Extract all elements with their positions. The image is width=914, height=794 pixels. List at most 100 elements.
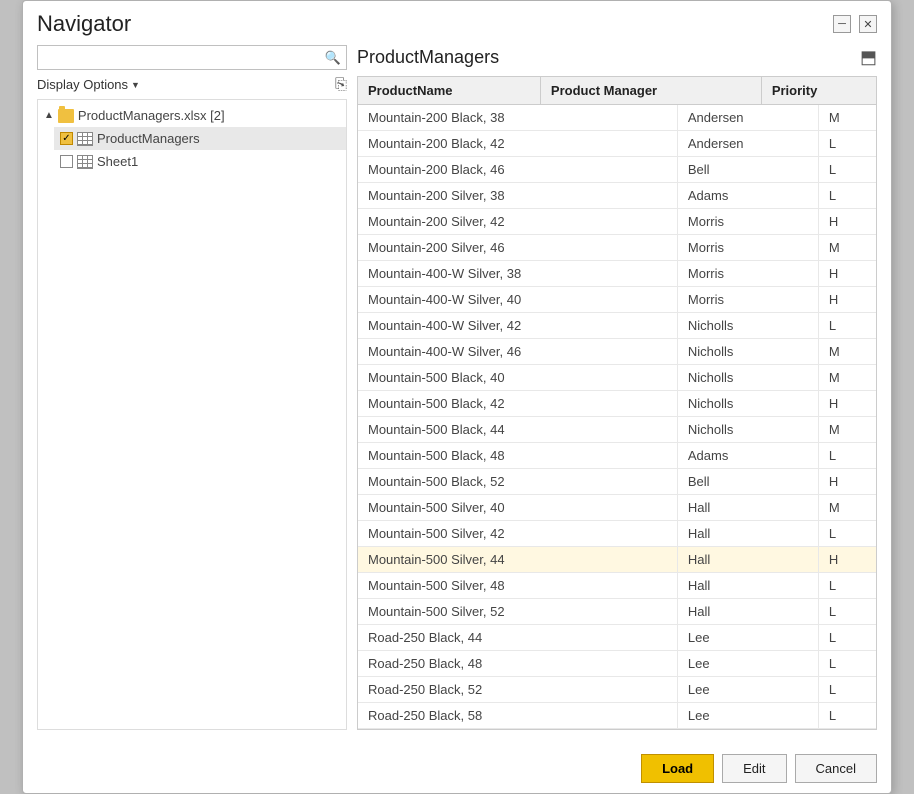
cell-priority: L [818, 521, 876, 547]
table-row[interactable]: Road-250 Black, 44LeeL [358, 625, 876, 651]
table-row[interactable]: Mountain-500 Black, 48AdamsL [358, 443, 876, 469]
cell-priority: H [818, 261, 876, 287]
tree-item-productmanagers[interactable]: ✓ ProductManagers [54, 127, 346, 150]
table-row[interactable]: Mountain-500 Silver, 40HallM [358, 495, 876, 521]
table-row[interactable]: Mountain-200 Silver, 42MorrisH [358, 209, 876, 235]
cell-priority: L [818, 157, 876, 183]
tree-item-productmanagers-label: ProductManagers [97, 131, 200, 146]
navigator-dialog: Navigator ─ ✕ 🔍 Display Options ▼ ⎘ [22, 0, 892, 794]
search-icon: 🔍 [325, 50, 341, 66]
cell-priority: H [818, 209, 876, 235]
cell-priority: L [818, 703, 876, 729]
file-tree: ▲ ProductManagers.xlsx [2] ✓ ProductMana… [37, 99, 347, 730]
table-row[interactable]: Mountain-500 Black, 52BellH [358, 469, 876, 495]
table-row[interactable]: Mountain-400-W Silver, 42NichollsL [358, 313, 876, 339]
table-row[interactable]: Mountain-500 Black, 40NichollsM [358, 365, 876, 391]
table-row[interactable]: Road-250 Black, 52LeeL [358, 677, 876, 703]
tree-item-sheet1-label: Sheet1 [97, 154, 138, 169]
table-row[interactable]: Road-250 Black, 58LeeL [358, 703, 876, 729]
table-scroll-body[interactable]: Mountain-200 Black, 38AndersenMMountain-… [358, 105, 876, 729]
preview-title: ProductManagers [357, 47, 499, 68]
cell-manager: Bell [677, 469, 818, 495]
cell-product-name: Mountain-400-W Silver, 42 [358, 313, 677, 339]
main-content: 🔍 Display Options ▼ ⎘ ▲ ProductManagers.… [23, 45, 891, 744]
right-panel: ProductManagers ⬒ ProductName Product Ma… [357, 45, 877, 730]
checkbox-sheet1[interactable] [60, 155, 73, 168]
cell-manager: Nicholls [677, 365, 818, 391]
cell-product-name: Mountain-500 Silver, 40 [358, 495, 677, 521]
checkbox-productmanagers[interactable]: ✓ [60, 132, 73, 145]
cell-manager: Hall [677, 521, 818, 547]
table-row[interactable]: Mountain-200 Black, 42AndersenL [358, 131, 876, 157]
title-bar: Navigator ─ ✕ [23, 1, 891, 45]
cell-manager: Nicholls [677, 417, 818, 443]
cell-manager: Bell [677, 157, 818, 183]
table-row[interactable]: Mountain-500 Silver, 42HallL [358, 521, 876, 547]
table-icon-sheet1 [77, 155, 93, 169]
cell-manager: Nicholls [677, 339, 818, 365]
cell-product-name: Mountain-400-W Silver, 46 [358, 339, 677, 365]
cell-priority: L [818, 677, 876, 703]
cell-priority: L [818, 131, 876, 157]
cell-priority: H [818, 547, 876, 573]
col-header-priority: Priority [761, 77, 876, 105]
refresh-icon[interactable]: ⎘ [335, 76, 347, 93]
cell-priority: H [818, 469, 876, 495]
cell-product-name: Mountain-200 Black, 46 [358, 157, 677, 183]
minimize-button[interactable]: ─ [833, 15, 851, 33]
table-row[interactable]: Mountain-200 Silver, 46MorrisM [358, 235, 876, 261]
cell-manager: Morris [677, 209, 818, 235]
cell-manager: Hall [677, 495, 818, 521]
tree-item-sheet1[interactable]: Sheet1 [54, 150, 346, 173]
table-header-row: ProductName Product Manager Priority [358, 77, 876, 105]
table-row[interactable]: Mountain-200 Silver, 38AdamsL [358, 183, 876, 209]
table-row[interactable]: Mountain-400-W Silver, 38MorrisH [358, 261, 876, 287]
display-options-button[interactable]: Display Options ▼ [37, 77, 140, 92]
table-row[interactable]: Mountain-500 Silver, 44HallH [358, 547, 876, 573]
cancel-button[interactable]: Cancel [795, 754, 877, 783]
table-row[interactable]: Road-250 Black, 48LeeL [358, 651, 876, 677]
cell-product-name: Mountain-500 Silver, 42 [358, 521, 677, 547]
table-row[interactable]: Mountain-500 Silver, 52HallL [358, 599, 876, 625]
cell-product-name: Mountain-500 Silver, 44 [358, 547, 677, 573]
cell-priority: L [818, 625, 876, 651]
cell-manager: Lee [677, 677, 818, 703]
table-row[interactable]: Mountain-200 Black, 38AndersenM [358, 105, 876, 131]
tree-file-label: ProductManagers.xlsx [2] [78, 108, 225, 123]
cell-priority: L [818, 313, 876, 339]
table-body: Mountain-200 Black, 38AndersenMMountain-… [358, 105, 876, 729]
table-row[interactable]: Mountain-500 Silver, 48HallL [358, 573, 876, 599]
load-button[interactable]: Load [641, 754, 714, 783]
edit-button[interactable]: Edit [722, 754, 786, 783]
search-input[interactable] [37, 45, 347, 70]
cell-manager: Nicholls [677, 313, 818, 339]
table-row[interactable]: Mountain-200 Black, 46BellL [358, 157, 876, 183]
cell-manager: Andersen [677, 131, 818, 157]
table-row[interactable]: Mountain-500 Black, 44NichollsM [358, 417, 876, 443]
cell-manager: Adams [677, 183, 818, 209]
cell-priority: M [818, 105, 876, 131]
title-controls: ─ ✕ [833, 15, 877, 33]
data-table-body: Mountain-200 Black, 38AndersenMMountain-… [358, 105, 876, 729]
tree-file-item[interactable]: ▲ ProductManagers.xlsx [2] [38, 104, 346, 127]
cell-manager: Hall [677, 547, 818, 573]
folder-icon [58, 109, 74, 123]
preview-icon[interactable]: ⬒ [860, 47, 877, 68]
cell-priority: H [818, 287, 876, 313]
cell-manager: Hall [677, 599, 818, 625]
cell-product-name: Road-250 Black, 52 [358, 677, 677, 703]
cell-product-name: Mountain-200 Silver, 38 [358, 183, 677, 209]
cell-priority: H [818, 391, 876, 417]
table-row[interactable]: Mountain-400-W Silver, 40MorrisH [358, 287, 876, 313]
close-button[interactable]: ✕ [859, 15, 877, 33]
cell-manager: Morris [677, 287, 818, 313]
options-row: Display Options ▼ ⎘ [37, 76, 347, 93]
cell-manager: Morris [677, 235, 818, 261]
table-row[interactable]: Mountain-400-W Silver, 46NichollsM [358, 339, 876, 365]
cell-product-name: Mountain-400-W Silver, 40 [358, 287, 677, 313]
cell-manager: Adams [677, 443, 818, 469]
cell-product-name: Mountain-500 Black, 44 [358, 417, 677, 443]
cell-manager: Lee [677, 703, 818, 729]
table-row[interactable]: Mountain-500 Black, 42NichollsH [358, 391, 876, 417]
cell-product-name: Mountain-200 Silver, 42 [358, 209, 677, 235]
